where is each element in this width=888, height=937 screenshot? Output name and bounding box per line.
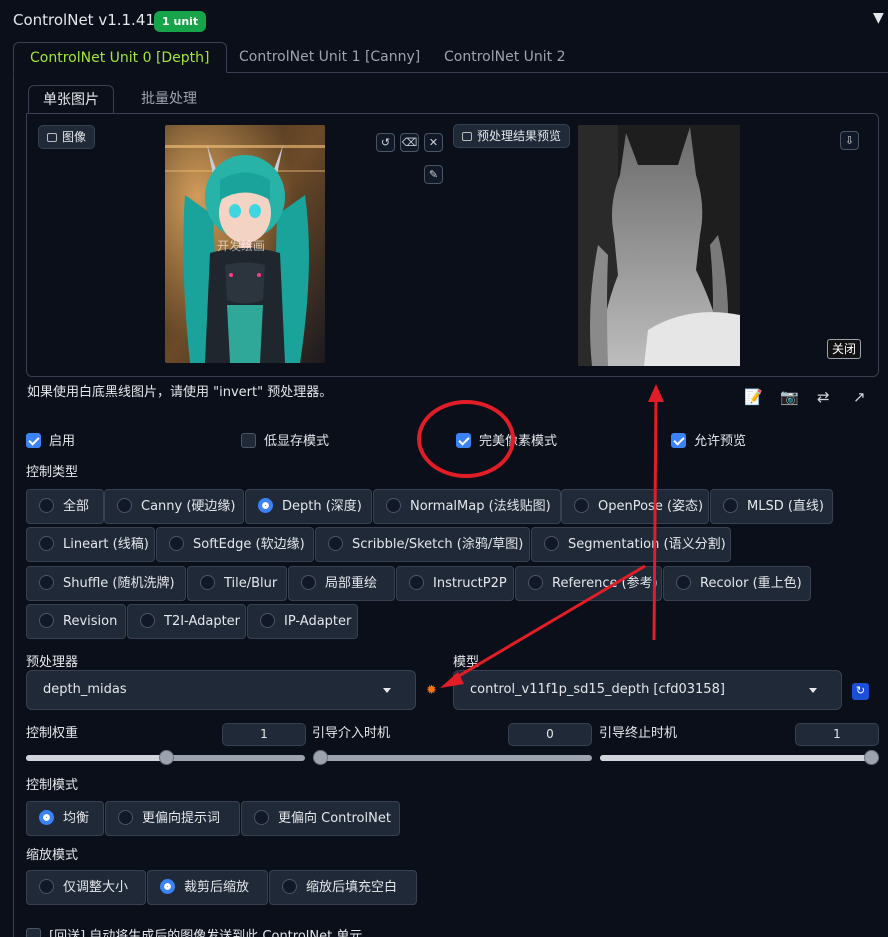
annotation-arrows bbox=[440, 384, 664, 688]
